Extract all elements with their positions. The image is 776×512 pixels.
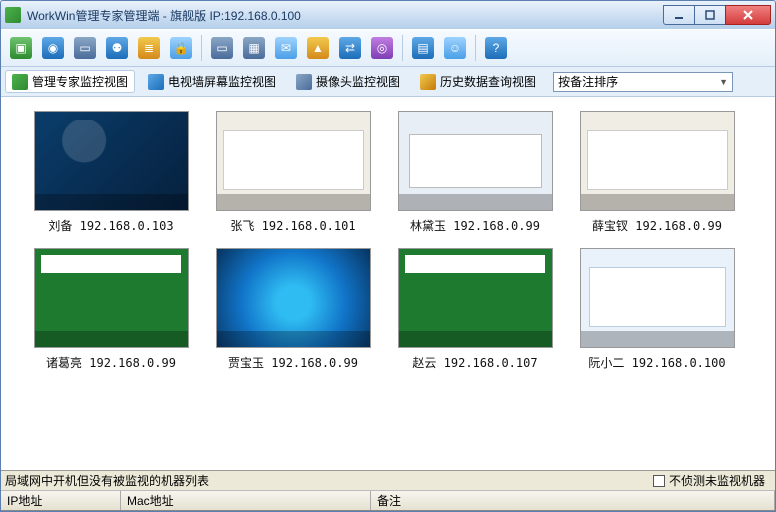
- thumbnail-6[interactable]: 赵云 192.168.0.107: [391, 248, 559, 371]
- tool-monitor[interactable]: ▭: [208, 34, 236, 62]
- chevron-down-icon: ▼: [719, 77, 728, 87]
- app-window: WorkWin管理专家管理端 - 旗舰版 IP:192.168.0.100 ▣ …: [0, 0, 776, 512]
- app-icon: [5, 7, 21, 23]
- thumbnail-caption: 诸葛亮 192.168.0.99: [46, 354, 176, 371]
- thumbnail-3[interactable]: 薛宝钗 192.168.0.99: [573, 111, 741, 234]
- thumbnail-caption: 张飞 192.168.0.101: [230, 217, 355, 234]
- thumbnail-caption: 阮小二 192.168.0.100: [588, 354, 725, 371]
- chart-icon: ▲: [307, 37, 329, 59]
- titlebar: WorkWin管理专家管理端 - 旗舰版 IP:192.168.0.100: [1, 1, 775, 29]
- window-title: WorkWin管理专家管理端 - 旗舰版 IP:192.168.0.100: [27, 7, 664, 24]
- tool-mail[interactable]: ✉: [272, 34, 300, 62]
- checkbox-label: 不侦测未监视机器: [669, 472, 765, 489]
- tool-disc[interactable]: ◎: [368, 34, 396, 62]
- tool-user[interactable]: ☺: [441, 34, 469, 62]
- toolbar-separator-3: [475, 35, 476, 61]
- bottom-header-text: 局域网中开机但没有被监视的机器列表: [5, 472, 209, 489]
- tool-screen[interactable]: ▭: [71, 34, 99, 62]
- maximize-button[interactable]: [694, 5, 726, 25]
- thumbnail-screen: [216, 248, 371, 348]
- tab-label: 管理专家监控视图: [32, 73, 128, 90]
- thumbnail-2[interactable]: 林黛玉 192.168.0.99: [391, 111, 559, 234]
- toolbar-separator-2: [402, 35, 403, 61]
- window-controls: [664, 5, 771, 25]
- view-tabbar: 管理专家监控视图 电视墙屏幕监控视图 摄像头监控视图 历史数据查询视图 按备注排…: [1, 67, 775, 97]
- home-icon: ▣: [10, 37, 32, 59]
- thumbnail-screen: [34, 248, 189, 348]
- thumbnail-caption: 赵云 192.168.0.107: [412, 354, 537, 371]
- tab-videowall-view[interactable]: 电视墙屏幕监控视图: [141, 70, 283, 93]
- videowall-icon: [148, 74, 164, 90]
- tab-label: 摄像头监控视图: [316, 73, 400, 90]
- tab-manager-view[interactable]: 管理专家监控视图: [5, 70, 135, 93]
- thumbnail-caption: 薛宝钗 192.168.0.99: [592, 217, 722, 234]
- screen-icon: ▭: [74, 37, 96, 59]
- thumbnail-screen: [580, 111, 735, 211]
- col-ip[interactable]: IP地址: [1, 491, 121, 510]
- close-button[interactable]: [725, 5, 771, 25]
- manager-view-icon: [12, 74, 28, 90]
- thumbnail-caption: 林黛玉 192.168.0.99: [410, 217, 540, 234]
- thumbnail-caption: 刘备 192.168.0.103: [48, 217, 173, 234]
- col-mac[interactable]: Mac地址: [121, 491, 371, 510]
- tool-wall[interactable]: ▦: [240, 34, 268, 62]
- thumbnail-screen: [216, 111, 371, 211]
- thumbnail-5[interactable]: 贾宝玉 192.168.0.99: [209, 248, 377, 371]
- help-icon: ?: [485, 37, 507, 59]
- main-content[interactable]: 刘备 192.168.0.103 张飞 192.168.0.101 林黛玉 192.…: [1, 97, 775, 470]
- thumbnail-1[interactable]: 张飞 192.168.0.101: [209, 111, 377, 234]
- thumbnail-screen: [580, 248, 735, 348]
- sort-selected-value: 按备注排序: [558, 73, 618, 90]
- bottom-panel: 局域网中开机但没有被监视的机器列表 不侦测未监视机器 IP地址 Mac地址 备注: [1, 470, 775, 511]
- tool-db[interactable]: ≣: [135, 34, 163, 62]
- camera-icon: [296, 74, 312, 90]
- monitor-icon: ▭: [211, 37, 233, 59]
- tool-book[interactable]: ▤: [409, 34, 437, 62]
- tool-home[interactable]: ▣: [7, 34, 35, 62]
- db-icon: ≣: [138, 37, 160, 59]
- bottom-panel-header: 局域网中开机但没有被监视的机器列表 不侦测未监视机器: [1, 471, 775, 491]
- tab-label: 历史数据查询视图: [440, 73, 536, 90]
- disc-icon: ◎: [371, 37, 393, 59]
- sort-dropdown[interactable]: 按备注排序 ▼: [553, 72, 733, 92]
- tool-lock[interactable]: 🔒: [167, 34, 195, 62]
- user-icon: ☺: [444, 37, 466, 59]
- wall-icon: ▦: [243, 37, 265, 59]
- thumbnail-screen: [34, 111, 189, 211]
- checkbox-box: [653, 475, 665, 487]
- tab-history-view[interactable]: 历史数据查询视图: [413, 70, 543, 93]
- users-icon: ⚉: [106, 37, 128, 59]
- book-icon: ▤: [412, 37, 434, 59]
- thumbnail-grid: 刘备 192.168.0.103 张飞 192.168.0.101 林黛玉 192.…: [1, 97, 775, 401]
- lock-icon: 🔒: [170, 37, 192, 59]
- tool-users[interactable]: ⚉: [103, 34, 131, 62]
- thumbnail-7[interactable]: 阮小二 192.168.0.100: [573, 248, 741, 371]
- tool-globe[interactable]: ◉: [39, 34, 67, 62]
- tab-camera-view[interactable]: 摄像头监控视图: [289, 70, 407, 93]
- tool-chart[interactable]: ▲: [304, 34, 332, 62]
- tab-label: 电视墙屏幕监控视图: [168, 73, 276, 90]
- thumbnail-caption: 贾宝玉 192.168.0.99: [228, 354, 358, 371]
- bottom-columns: IP地址 Mac地址 备注: [1, 491, 775, 511]
- thumbnail-screen: [398, 248, 553, 348]
- tool-net[interactable]: ⇄: [336, 34, 364, 62]
- history-icon: [420, 74, 436, 90]
- thumbnail-4[interactable]: 诸葛亮 192.168.0.99: [27, 248, 195, 371]
- tool-help[interactable]: ?: [482, 34, 510, 62]
- globe-icon: ◉: [42, 37, 64, 59]
- toolbar-separator: [201, 35, 202, 61]
- minimize-button[interactable]: [663, 5, 695, 25]
- main-toolbar: ▣ ◉ ▭ ⚉ ≣ 🔒 ▭ ▦ ✉ ▲ ⇄ ◎ ▤ ☺ ?: [1, 29, 775, 67]
- thumbnail-0[interactable]: 刘备 192.168.0.103: [27, 111, 195, 234]
- mail-icon: ✉: [275, 37, 297, 59]
- no-detect-checkbox[interactable]: 不侦测未监视机器: [653, 472, 775, 489]
- col-note[interactable]: 备注: [371, 491, 775, 510]
- thumbnail-screen: [398, 111, 553, 211]
- net-icon: ⇄: [339, 37, 361, 59]
